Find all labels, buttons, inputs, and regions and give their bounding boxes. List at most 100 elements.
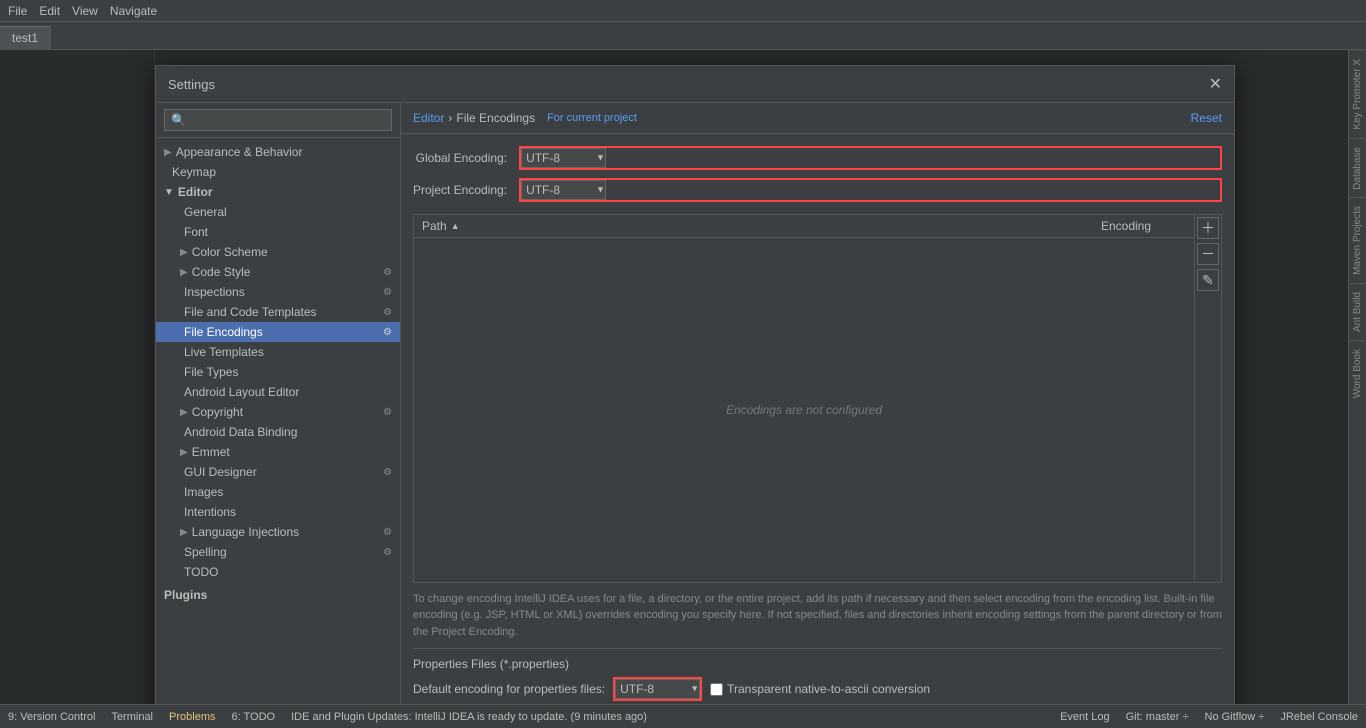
ide-right-tabs: Key Promoter X Database Maven Projects A…: [1348, 50, 1366, 704]
nav-item-emmet[interactable]: ▶ Emmet: [156, 442, 400, 462]
ide-statusbar: 9: Version Control Terminal Problems 6: …: [0, 704, 1366, 728]
nav-item-copyright[interactable]: ▶ Copyright ⚙: [156, 402, 400, 422]
ide-menubar: File Edit View Navigate: [0, 0, 1366, 22]
nav-item-spelling[interactable]: Spelling ⚙: [156, 542, 400, 562]
breadcrumb-parent[interactable]: Editor: [413, 111, 444, 125]
breadcrumb-separator: ›: [448, 111, 452, 125]
nav-item-file-types[interactable]: File Types: [156, 362, 400, 382]
settings-icon-sp: ⚙: [383, 547, 392, 558]
nav-item-font[interactable]: Font: [156, 222, 400, 242]
table-side-buttons: ＋ － ✎: [1194, 215, 1221, 582]
ide-tab-test1[interactable]: test1: [0, 26, 51, 49]
right-tab-ant[interactable]: Ant Build: [1350, 283, 1365, 340]
nav-item-color-scheme[interactable]: ▶ Color Scheme: [156, 242, 400, 262]
info-text: To change encoding IntelliJ IDEA uses fo…: [413, 583, 1222, 649]
dialog-body: ▶ Appearance & Behavior Keymap ▼ Editor: [156, 103, 1234, 704]
settings-icon-cr: ⚙: [383, 407, 392, 418]
nav-item-live-templates[interactable]: Live Templates: [156, 342, 400, 362]
status-update-msg: IDE and Plugin Updates: IntelliJ IDEA is…: [291, 711, 647, 723]
nav-item-file-code-templates[interactable]: File and Code Templates ⚙: [156, 302, 400, 322]
path-column-header[interactable]: Path: [422, 219, 1066, 233]
ide-tabs: test1: [0, 22, 1366, 50]
status-event-log[interactable]: Event Log: [1060, 711, 1110, 723]
nav-label-file-types: File Types: [184, 365, 238, 379]
ide-main: Settings ✕ ▶ Appearance: [0, 50, 1366, 704]
encoding-grid: Global Encoding: UTF-8 ISO-8859-1 US-ASC…: [413, 146, 1222, 202]
empty-message: Encodings are not configured: [726, 403, 882, 417]
right-tab-database[interactable]: Database: [1350, 138, 1365, 198]
search-input[interactable]: [164, 109, 392, 131]
status-version-control[interactable]: 9: Version Control: [8, 711, 95, 723]
settings-dialog: Settings ✕ ▶ Appearance: [155, 65, 1235, 704]
default-encoding-select-wrapper: UTF-8 ISO-8859-1 US-ASCII ▾: [615, 679, 700, 699]
dialog-overlay: Settings ✕ ▶ Appearance: [0, 50, 1366, 704]
nav-item-keymap[interactable]: Keymap: [156, 162, 400, 182]
default-encoding-select[interactable]: UTF-8 ISO-8859-1 US-ASCII: [615, 679, 700, 699]
nav-item-editor[interactable]: ▼ Editor: [156, 182, 400, 202]
nav-item-images[interactable]: Images: [156, 482, 400, 502]
chevron-down-icon: ▼: [164, 187, 174, 198]
nav-item-todo[interactable]: TODO: [156, 562, 400, 582]
settings-icon-inspections: ⚙: [383, 287, 392, 298]
reset-link[interactable]: Reset: [1191, 111, 1222, 125]
transparent-label: Transparent native-to-ascii conversion: [727, 682, 930, 696]
nav-item-language-injections[interactable]: ▶ Language Injections ⚙: [156, 522, 400, 542]
project-encoding-select[interactable]: UTF-8 ISO-8859-1 US-ASCII: [521, 180, 606, 200]
encoding-column-header: Encoding: [1066, 219, 1186, 233]
nav-label-code-style: Code Style: [192, 265, 251, 279]
nav-label-keymap: Keymap: [172, 165, 216, 179]
nav-label-general: General: [184, 205, 227, 219]
project-encoding-label: Project Encoding:: [413, 183, 507, 197]
nav-item-inspections[interactable]: Inspections ⚙: [156, 282, 400, 302]
dialog-title: Settings: [168, 77, 215, 92]
chevron-right-icon: ▶: [164, 147, 172, 158]
status-todo[interactable]: 6: TODO: [231, 711, 275, 723]
global-encoding-select[interactable]: UTF-8 ISO-8859-1 US-ASCII: [521, 148, 606, 168]
nav-item-code-style[interactable]: ▶ Code Style ⚙: [156, 262, 400, 282]
global-encoding-select-wrapper: UTF-8 ISO-8859-1 US-ASCII ▾: [521, 148, 606, 168]
status-noflow[interactable]: No Gitflow ÷: [1205, 711, 1265, 723]
transparent-checkbox[interactable]: [710, 683, 723, 696]
nav-label-appearance: Appearance & Behavior: [176, 145, 303, 159]
nav-item-appearance[interactable]: ▶ Appearance & Behavior: [156, 142, 400, 162]
status-problems[interactable]: Problems: [169, 711, 215, 723]
nav-label-file-code-templates: File and Code Templates: [184, 305, 317, 319]
table-main: Path Encoding Encodings are not configur…: [414, 215, 1194, 582]
nav-item-android-layout-editor[interactable]: Android Layout Editor: [156, 382, 400, 402]
nav-item-file-encodings[interactable]: File Encodings ⚙: [156, 322, 400, 342]
chevron-right-icon-cs: ▶: [180, 247, 188, 258]
menu-navigate[interactable]: Navigate: [110, 4, 157, 18]
status-terminal[interactable]: Terminal: [111, 711, 153, 723]
status-git[interactable]: Git: master ÷: [1126, 711, 1189, 723]
nav-section-plugins: Plugins: [156, 582, 400, 604]
right-tab-word-book[interactable]: Word Book: [1350, 340, 1365, 406]
nav-label-language-injections: Language Injections: [192, 525, 299, 539]
status-jrebel[interactable]: JRebel Console: [1280, 711, 1358, 723]
edit-encoding-button[interactable]: ✎: [1197, 269, 1219, 291]
global-encoding-select-wrap: UTF-8 ISO-8859-1 US-ASCII ▾: [519, 146, 1222, 170]
nav-item-android-data-binding[interactable]: Android Data Binding: [156, 422, 400, 442]
nav-item-gui-designer[interactable]: GUI Designer ⚙: [156, 462, 400, 482]
project-encoding-select-wrapper: UTF-8 ISO-8859-1 US-ASCII ▾: [521, 180, 606, 200]
nav-label-spelling: Spelling: [184, 545, 227, 559]
right-tab-maven[interactable]: Maven Projects: [1350, 197, 1365, 283]
table-header: Path Encoding: [414, 215, 1194, 238]
breadcrumb-current: File Encodings: [456, 111, 535, 125]
nav-item-general[interactable]: General: [156, 202, 400, 222]
menu-view[interactable]: View: [72, 4, 98, 18]
menu-file[interactable]: File: [8, 4, 27, 18]
nav-label-color-scheme: Color Scheme: [192, 245, 268, 259]
remove-encoding-button[interactable]: －: [1197, 243, 1219, 265]
nav-label-images: Images: [184, 485, 223, 499]
chevron-right-icon-li: ▶: [180, 527, 188, 538]
settings-icon-code-style: ⚙: [383, 267, 392, 278]
nav-label-live-templates: Live Templates: [184, 345, 264, 359]
nav-item-intentions[interactable]: Intentions: [156, 502, 400, 522]
right-tab-key-promoter[interactable]: Key Promoter X: [1350, 50, 1365, 138]
nav-label-android-data-binding: Android Data Binding: [184, 425, 297, 439]
nav-label-file-encodings: File Encodings: [184, 325, 263, 339]
default-encoding-select-wrap: UTF-8 ISO-8859-1 US-ASCII ▾: [613, 677, 702, 701]
close-button[interactable]: ✕: [1209, 74, 1222, 94]
menu-edit[interactable]: Edit: [39, 4, 60, 18]
add-encoding-button[interactable]: ＋: [1197, 217, 1219, 239]
